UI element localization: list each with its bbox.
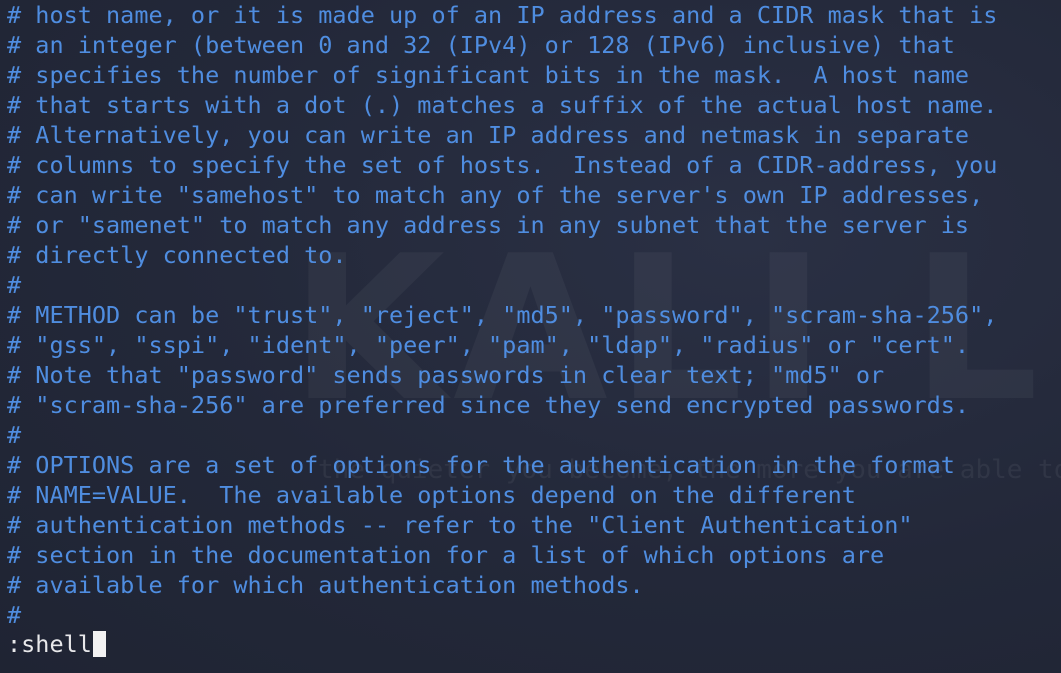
comment-line: # METHOD can be "trust", "reject", "md5"… [7, 301, 998, 329]
comment-line: # available for which authentication met… [7, 571, 644, 599]
comment-line: # NAME=VALUE. The available options depe… [7, 481, 856, 509]
command-text: :shell [7, 630, 92, 658]
comment-line: # [7, 421, 22, 449]
comment-line: # Alternatively, you can write an IP add… [7, 121, 970, 149]
file-content: # host name, or it is made up of an IP a… [7, 0, 997, 630]
comment-line: # [7, 271, 22, 299]
comment-line: # an integer (between 0 and 32 (IPv4) or… [7, 31, 955, 59]
comment-line: # section in the documentation for a lis… [7, 541, 885, 569]
terminal-window[interactable]: KALI LINUX the quieter you become, the m… [0, 0, 1061, 673]
comment-line: # columns to specify the set of hosts. I… [7, 151, 998, 179]
vim-command-line[interactable]: :shell [7, 629, 106, 659]
comment-line: # that starts with a dot (.) matches a s… [7, 91, 998, 119]
comment-line: # can write "samehost" to match any of t… [7, 181, 984, 209]
comment-line: # [7, 601, 22, 629]
comment-line: # "gss", "sspi", "ident", "peer", "pam",… [7, 331, 970, 359]
comment-line: # specifies the number of significant bi… [7, 61, 970, 89]
comment-line: # host name, or it is made up of an IP a… [7, 1, 998, 29]
comment-line: # directly connected to. [7, 241, 347, 269]
comment-line: # authentication methods -- refer to the… [7, 511, 913, 539]
comment-line: # "scram-sha-256" are preferred since th… [7, 391, 970, 419]
comment-line: # Note that "password" sends passwords i… [7, 361, 885, 389]
text-cursor [92, 631, 106, 657]
comment-line: # OPTIONS are a set of options for the a… [7, 451, 955, 479]
comment-line: # or "samenet" to match any address in a… [7, 211, 970, 239]
